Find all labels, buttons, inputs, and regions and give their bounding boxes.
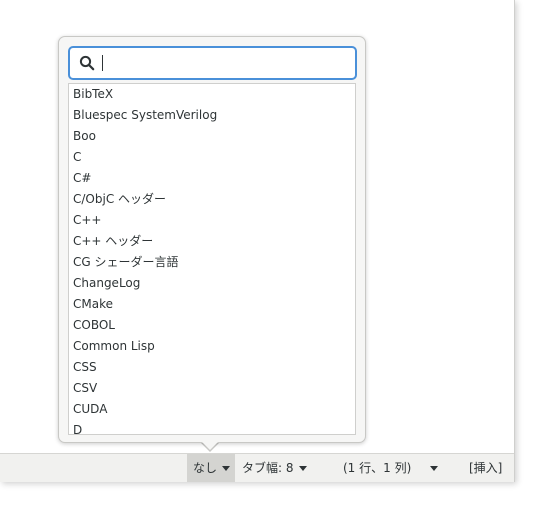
language-list-item[interactable]: Common Lisp (69, 336, 355, 357)
language-list-item[interactable]: CSV (69, 378, 355, 399)
language-list-item[interactable]: Boo (69, 126, 355, 147)
dropdown-arrow-icon (222, 466, 231, 471)
tab-width-button[interactable]: タブ幅: 8 (242, 454, 307, 482)
language-list-item[interactable]: Bluespec SystemVerilog (69, 105, 355, 126)
language-list-item[interactable]: CSS (69, 357, 355, 378)
language-label: なし (193, 461, 218, 475)
language-list-item[interactable]: C++ ヘッダー (69, 231, 355, 252)
language-list-item[interactable]: C++ (69, 210, 355, 231)
insert-mode-indicator: [挿入] (469, 454, 502, 482)
language-list-item[interactable]: C (69, 147, 355, 168)
tab-width-label: タブ幅: 8 (242, 461, 294, 475)
dropdown-arrow-icon (430, 466, 438, 471)
language-list-item[interactable]: CUDA (69, 399, 355, 420)
language-search-input[interactable] (101, 52, 346, 74)
language-list-item[interactable]: D (69, 420, 355, 434)
language-search-box[interactable] (68, 46, 357, 80)
search-icon (79, 55, 95, 71)
language-list-item[interactable]: CMake (69, 294, 355, 315)
language-list-item[interactable]: C# (69, 168, 355, 189)
cursor-position-menu-button[interactable] (430, 454, 438, 482)
language-list-item[interactable]: C/ObjC ヘッダー (69, 189, 355, 210)
language-popover: BibTeX Bluespec SystemVerilog Boo C C# C/ObjC… (58, 36, 366, 443)
cursor-position: (1 行、1 列) (343, 454, 411, 482)
language-list[interactable]: BibTeX Bluespec SystemVerilog Boo C C# C/ObjC… (68, 83, 356, 435)
popover-pointer (200, 440, 220, 450)
status-bar: なし タブ幅: 8 (1 行、1 列) [挿入] (0, 453, 514, 482)
insert-mode-label: [挿入] (469, 461, 503, 475)
cursor-position-label: (1 行、1 列) (343, 461, 412, 475)
dropdown-arrow-icon (298, 466, 307, 471)
language-list-item[interactable]: ChangeLog (69, 273, 355, 294)
text-caret (102, 55, 103, 71)
language-selector-button[interactable]: なし (187, 454, 235, 482)
language-list-item[interactable]: BibTeX (69, 84, 355, 105)
language-list-item[interactable]: CG シェーダー言語 (69, 252, 355, 273)
language-list-item[interactable]: COBOL (69, 315, 355, 336)
